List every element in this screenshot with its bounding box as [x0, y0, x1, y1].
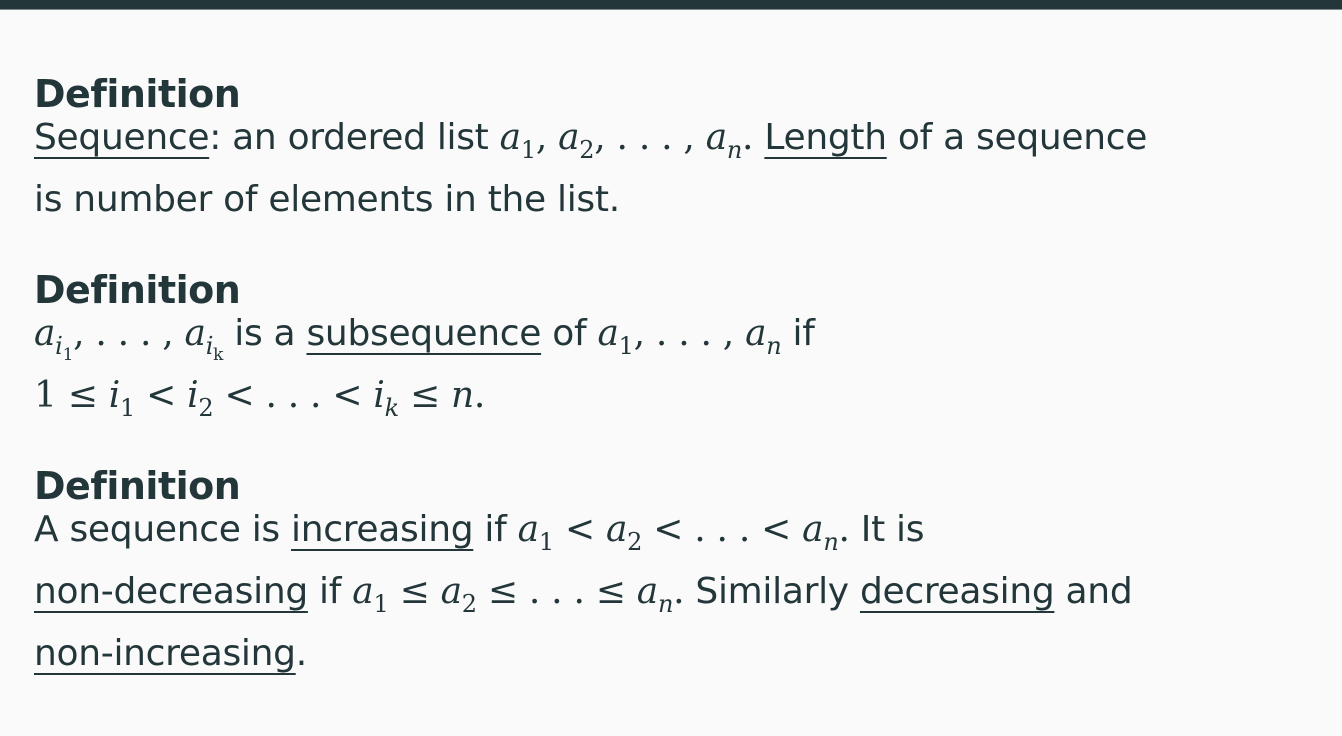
text: It is [860, 509, 925, 550]
text: : an ordered list [209, 117, 500, 158]
math-text: < [134, 375, 188, 416]
math-text: ≤ . . . ≤ [476, 571, 637, 612]
subscript: n [766, 332, 782, 360]
math-text: , . . . , [73, 313, 185, 354]
math-symbol: a [605, 509, 628, 550]
frame-title-bar [0, 0, 1342, 10]
text: is a [223, 313, 307, 354]
text: of a sequence [886, 117, 1148, 158]
subscript: 1 [520, 136, 536, 164]
definition-title: Definition [34, 268, 241, 312]
math-text: . [742, 117, 765, 158]
subscript: i [55, 332, 63, 360]
math-symbol: a [745, 313, 767, 354]
math-text: . [838, 509, 861, 550]
text: and [1054, 571, 1133, 612]
subscript: 1 [119, 394, 135, 422]
math-text: ≤ [398, 375, 451, 416]
definition-line: is number of elements in the list. [34, 178, 620, 222]
math-text: , . . . , [594, 117, 706, 158]
defined-term: subsequence [306, 313, 542, 354]
defined-term: increasing [291, 509, 474, 550]
math-symbol: a [352, 571, 374, 612]
math-symbol: i [108, 375, 121, 416]
subscript: 1 [538, 528, 554, 556]
math-symbol: a [517, 509, 539, 550]
subscript: k [384, 394, 400, 422]
text: if [473, 509, 518, 550]
subscript: n [657, 590, 674, 618]
defined-term: decreasing [859, 571, 1055, 612]
math-text: ≤ [388, 571, 441, 612]
defined-term: non-increasing [34, 633, 296, 674]
text: . [295, 633, 307, 674]
definition-line: ai1, . . . , aik is a subsequence of a1,… [34, 312, 815, 365]
math-symbol: n [450, 375, 474, 416]
definition-line: 1 ≤ i1 < i2 < . . . < ik ≤ n. [34, 374, 486, 422]
subscript: 2 [579, 136, 595, 164]
subscript: 2 [198, 394, 214, 422]
math-symbol: a [34, 313, 56, 354]
math-text: , [535, 117, 559, 158]
math-text: . [673, 571, 696, 612]
math-text: < [553, 509, 606, 550]
math-symbol: a [636, 571, 658, 612]
math-symbol: a [705, 117, 727, 158]
text: is number of elements in the list. [34, 179, 620, 220]
math-symbol: i [373, 375, 385, 416]
sub-subscript: 1 [62, 345, 74, 365]
math-text: . [473, 375, 486, 416]
subscript: 1 [373, 590, 389, 618]
subscript: n [726, 136, 743, 164]
subscript: 2 [461, 590, 477, 618]
math-symbol: a [802, 509, 824, 550]
definition-line: non-decreasing if a1 ≤ a2 ≤ . . . ≤ an. … [34, 570, 1133, 618]
subscript: 1 [618, 332, 634, 360]
text: if [781, 313, 815, 354]
text: of [541, 313, 598, 354]
math-text: , . . . , [633, 313, 746, 354]
definition-line: Sequence: an ordered list a1, a2, . . . … [34, 116, 1148, 164]
definition-title: Definition [34, 72, 241, 116]
math-text: 1 ≤ [34, 375, 109, 416]
math-symbol: a [184, 313, 206, 354]
defined-term: non-decreasing [34, 571, 308, 612]
math-symbol: a [499, 117, 521, 158]
math-text: < . . . < [642, 509, 803, 550]
defined-term: Length [764, 117, 887, 158]
math-text: < . . . < [213, 375, 374, 416]
subscript: 2 [627, 528, 643, 556]
math-symbol: a [558, 117, 580, 158]
subscript: n [823, 528, 839, 556]
defined-term: Sequence [34, 117, 210, 158]
math-symbol: a [597, 313, 619, 354]
sub-subscript: k [213, 345, 224, 365]
definition-line: non-increasing. [34, 632, 307, 676]
text: Similarly [695, 571, 860, 612]
text: if [307, 571, 353, 612]
subscript: i [205, 332, 214, 360]
definition-line: A sequence is increasing if a1 < a2 < . … [34, 508, 925, 556]
math-symbol: a [440, 571, 462, 612]
definition-title: Definition [34, 464, 241, 508]
text: A sequence is [34, 509, 291, 550]
math-symbol: i [187, 375, 199, 416]
